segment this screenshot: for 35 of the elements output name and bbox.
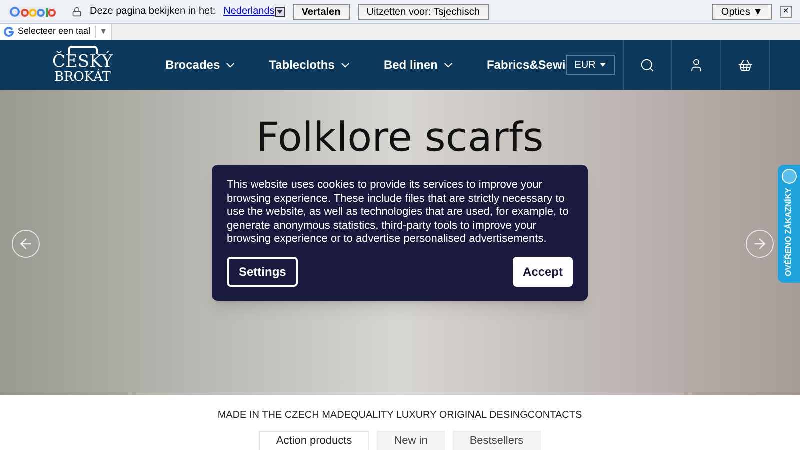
dropdown-icon — [274, 6, 285, 16]
accept-button[interactable]: Accept — [512, 256, 573, 286]
next-slide-button[interactable] — [746, 230, 774, 258]
currency-select[interactable]: EUR — [566, 55, 615, 75]
nav-item[interactable]: Brocades — [165, 56, 238, 74]
product-tab[interactable]: Bestsellers — [452, 431, 541, 450]
basket-icon — [738, 58, 752, 72]
lock-icon — [72, 6, 82, 16]
cookie-text: This website uses cookies to provide its services to improve your browsing experience. These include files that are strictly necessary to use the website, as well as technologies that are used, for example, to generate anonymous statistics, third-party tools to improve your browsing experience or to advertise personalised advertisements. — [227, 179, 570, 246]
disable-button[interactable]: Uitzetten voor: Tsjechisch — [358, 4, 489, 20]
badge-text: OVĚŘENO ZÁKAZNÍKY — [783, 188, 794, 276]
arrow-left-icon — [18, 236, 34, 252]
product-tab[interactable]: Action products — [259, 431, 370, 450]
google-g-icon — [4, 27, 14, 37]
language-label: Selecteer een taal — [18, 25, 91, 38]
language-select[interactable]: Selecteer een taal ▼ — [0, 24, 112, 40]
previous-slide-button[interactable] — [12, 230, 40, 258]
hero-title: Folklore scarfs — [256, 114, 544, 163]
caret-icon — [600, 63, 606, 67]
options-button[interactable]: Opties ▼ — [712, 4, 772, 20]
user-icon — [688, 58, 704, 72]
seal-icon — [782, 169, 796, 184]
close-button[interactable]: × — [780, 6, 792, 18]
product-tab[interactable]: New in — [377, 431, 445, 450]
nav-item[interactable]: Bed linen — [384, 56, 455, 74]
translate-prompt: Deze pagina bekijken in het: — [90, 5, 216, 19]
nav-item[interactable]: Tablecloths — [269, 56, 352, 74]
logo-bottom-text: BROKÁT — [54, 71, 111, 84]
tagline: MADE IN THE CZECH MADEQUALITY LUXURY ORIGINAL DESINGCONTACTS — [218, 409, 582, 423]
language-link[interactable]: Nederlands — [224, 4, 275, 19]
settings-button[interactable]: Settings — [227, 256, 298, 286]
search-icon — [640, 58, 656, 72]
translate-button[interactable]: Vertalen — [292, 4, 350, 20]
nav-item[interactable]: Fabrics&Sewi — [486, 56, 566, 74]
logo[interactable]: ČESKÝ BROKÁT — [0, 40, 166, 90]
